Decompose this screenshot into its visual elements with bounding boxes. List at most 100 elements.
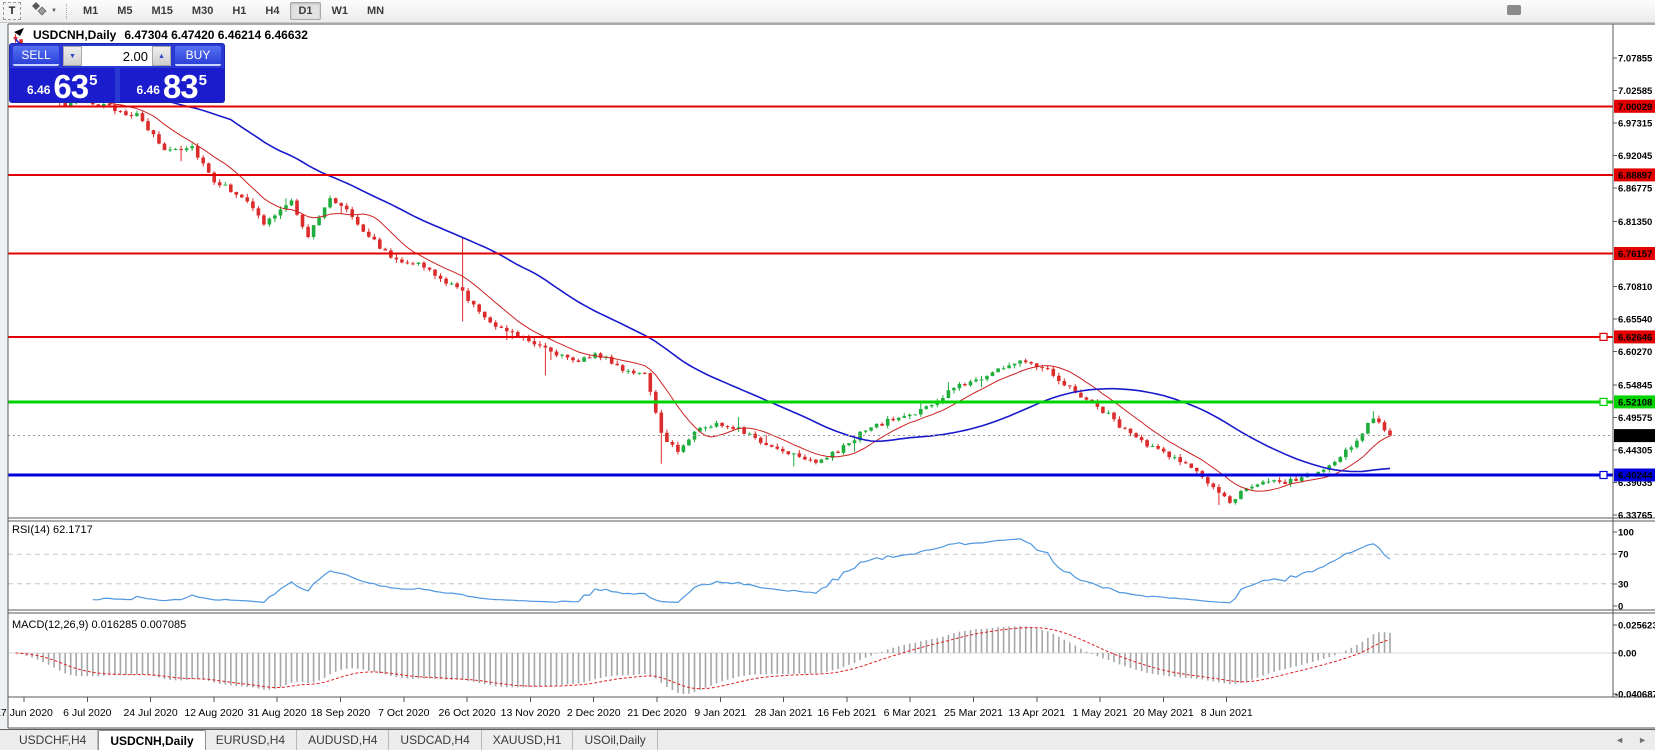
- chart-canvas[interactable]: 7.07855 7.02585 6.97315 6.92045 6.86775 6.813…: [0, 0, 1655, 750]
- candle-body: [643, 372, 647, 374]
- chart-tab-usdcad-h4[interactable]: USDCAD,H4: [389, 730, 482, 750]
- candle-body: [1079, 392, 1083, 398]
- candle-body: [841, 445, 846, 453]
- candle-body: [1161, 448, 1166, 452]
- candle-body: [885, 418, 890, 426]
- candle-body: [251, 201, 255, 209]
- chart-tab-usdcnh-daily[interactable]: USDCNH,Daily: [98, 730, 206, 750]
- candle-body: [289, 200, 294, 206]
- rsi-axis-label: 30: [1618, 579, 1629, 590]
- candle-body: [990, 372, 995, 376]
- candle-body: [477, 304, 481, 312]
- sell-price-box[interactable]: 6.46 63 5: [10, 68, 115, 102]
- sell-button[interactable]: SELL: [13, 46, 59, 66]
- candle-body: [411, 263, 415, 265]
- candle-body: [924, 406, 929, 409]
- timeframe-button-mn[interactable]: MN: [359, 2, 392, 20]
- candle-body: [1051, 368, 1056, 376]
- candle-body: [1360, 433, 1365, 441]
- candle-body: [135, 113, 139, 116]
- tab-scroll-right-icon[interactable]: ►: [1638, 735, 1647, 745]
- candle-body: [615, 363, 619, 366]
- arrange-windows-button[interactable]: ▼: [31, 1, 57, 21]
- candle-body: [703, 427, 708, 429]
- candle-body: [361, 224, 366, 232]
- candle-body: [720, 422, 724, 427]
- candle-body: [499, 326, 504, 328]
- macd-axis-label: -0.040687: [1615, 690, 1655, 701]
- x-axis-date-label: 24 Jul 2020: [123, 707, 177, 719]
- macd-indicator-label: MACD(12,26,9) 0.016285 0.007085: [12, 619, 187, 631]
- timeframe-button-m1[interactable]: M1: [75, 2, 106, 20]
- candle-body: [631, 370, 636, 374]
- timeframe-button-m5[interactable]: M5: [109, 2, 140, 20]
- buy-price-box[interactable]: 6.46 83 5: [119, 68, 224, 102]
- candle-body: [803, 456, 807, 460]
- timeframe-group: M1 M5 M15 M30 H1 H4 D1 W1 MN: [75, 2, 392, 20]
- candle-body: [107, 104, 112, 106]
- x-axis-date-label: 25 Mar 2021: [944, 707, 1003, 719]
- chart-tab-usdchf-h4[interactable]: USDCHF,H4: [8, 730, 99, 750]
- timeframe-button-m15[interactable]: M15: [144, 2, 181, 20]
- chart-tab-audusd-h4[interactable]: AUDUSD,H4: [297, 730, 390, 750]
- sell-price-prefix: 6.46: [27, 83, 51, 97]
- candle-body: [1156, 446, 1160, 449]
- volume-increase-button[interactable]: ▲: [152, 46, 171, 66]
- y-axis-label: 6.65540: [1618, 315, 1652, 326]
- candle-body: [1062, 381, 1067, 386]
- candle-body: [1283, 481, 1287, 484]
- candle-body: [383, 248, 388, 251]
- caret-down-icon: ▼: [69, 52, 76, 60]
- rsi-axis-label: 0: [1618, 602, 1623, 613]
- candle-body: [1172, 457, 1177, 459]
- x-axis-date-label: 17 Jun 2020: [0, 707, 53, 719]
- x-axis-date-label: 6 Mar 2021: [884, 707, 937, 719]
- chart-tabbar: USDCHF,H4 USDCNH,Daily EURUSD,H4 AUDUSD,H4 U…: [0, 729, 1655, 750]
- candle-body: [74, 102, 78, 104]
- candle-body: [797, 453, 802, 457]
- candle-body: [162, 143, 167, 151]
- timeframe-button-m30[interactable]: M30: [184, 2, 221, 20]
- candle-body: [775, 446, 780, 449]
- level-line-handle[interactable]: [1599, 332, 1608, 341]
- candle-body: [378, 239, 382, 249]
- candle-body: [648, 373, 653, 392]
- candle-body: [438, 275, 443, 279]
- timeframe-button-h1[interactable]: H1: [224, 2, 254, 20]
- chart-tab-usoil-daily[interactable]: USOil,Daily: [573, 730, 658, 750]
- timeframe-button-w1[interactable]: W1: [324, 2, 357, 20]
- candle-body: [1239, 491, 1243, 500]
- candle-body: [306, 226, 310, 237]
- toolbar-overflow-button[interactable]: [1507, 5, 1521, 15]
- candle-body: [344, 205, 349, 210]
- candle-body: [471, 300, 476, 305]
- buy-button[interactable]: BUY: [175, 46, 221, 66]
- level-line-handle[interactable]: [1599, 470, 1608, 480]
- candle-body: [184, 148, 189, 151]
- timeframe-button-h4[interactable]: H4: [257, 2, 287, 20]
- candle-body: [482, 311, 487, 318]
- volume-decrease-button[interactable]: ▼: [63, 46, 82, 66]
- candle-body: [560, 354, 564, 356]
- candle-body: [433, 269, 437, 276]
- chart-tab-xauusd-h1[interactable]: XAUUSD,H1: [482, 730, 574, 750]
- volume-input[interactable]: [82, 46, 152, 66]
- chart-tab-eurusd-h4[interactable]: EURUSD,H4: [205, 730, 298, 750]
- candle-body: [1211, 483, 1216, 488]
- buy-price-big: 83: [162, 68, 199, 102]
- candle-body: [444, 278, 448, 284]
- level-line-handle[interactable]: [1599, 397, 1608, 406]
- candle-body: [416, 262, 421, 264]
- candle-body: [229, 184, 233, 192]
- tab-scroll-left-icon[interactable]: ◄: [1615, 735, 1624, 745]
- candle-body: [245, 197, 250, 202]
- candle-body: [880, 423, 884, 426]
- candle-body: [1321, 469, 1326, 472]
- candle-body: [725, 426, 730, 428]
- chart-symbol-period: USDCNH,Daily: [33, 27, 117, 42]
- arrange-icon: [31, 1, 47, 21]
- candle-body: [168, 149, 172, 151]
- text-tool-button[interactable]: T: [3, 2, 21, 20]
- timeframe-button-d1[interactable]: D1: [290, 2, 321, 20]
- level-price-badge-label: 6.52108: [1618, 397, 1652, 408]
